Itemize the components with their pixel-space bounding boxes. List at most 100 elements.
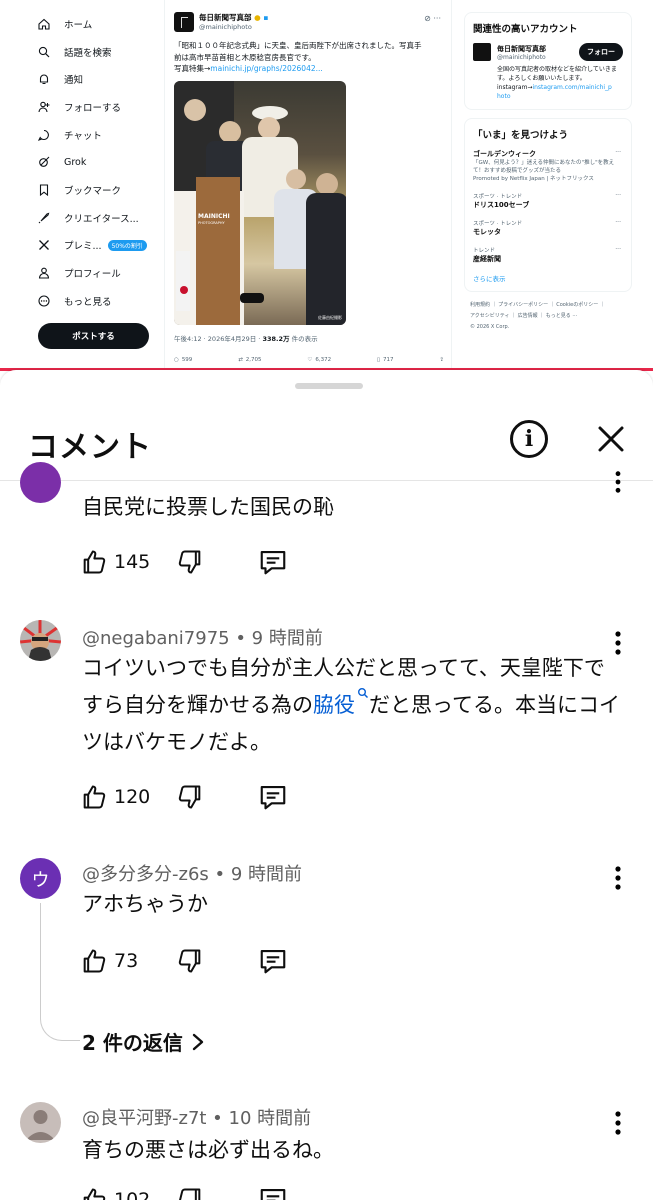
search-icon [358, 688, 369, 699]
thumb-up-icon [83, 550, 106, 574]
dislike-button[interactable] [176, 947, 204, 975]
x-nav-grok: Grok [38, 148, 163, 176]
tweet-meta: 午後4:12 · 2026年4月29日 · 338.2万 件の表示 [174, 335, 318, 343]
trend-item: スポーツ · トレンド モレッタ ··· [473, 219, 621, 236]
account-name: 毎日新聞写真部 [497, 44, 546, 53]
dislike-button[interactable] [176, 783, 204, 811]
bookmark-icon [38, 184, 50, 196]
info-icon[interactable]: i [510, 420, 548, 458]
x-nav-label: フォローする [64, 102, 122, 114]
like-button[interactable]: 120 [80, 783, 150, 811]
photo-watermark: MAINICHI [198, 213, 230, 220]
comment-meta: @negabani7975 • 9 時間前 [82, 624, 323, 650]
replies-label: 2 件の返信 [82, 1031, 183, 1055]
x-nav-label: ホーム [64, 19, 93, 31]
comment-actions: 120 [80, 781, 288, 813]
related-title: 関連性の高いアカウント [473, 24, 578, 35]
reply-icon: ○ [174, 357, 179, 363]
comment-actions: 73 [80, 945, 288, 977]
x-nav-label: もっと見る [64, 296, 112, 308]
reply-button[interactable] [258, 782, 288, 812]
comment-text: コイツいつでも自分が主人公だと思ってて、天皇陛下ですら自分を輝かせる為の脇役 だと… [82, 656, 620, 754]
thumb-up-icon [83, 785, 106, 809]
like-count: 120 [114, 786, 151, 808]
chevron-right-icon [192, 1033, 204, 1050]
author-handle[interactable]: @良平河野-z7t [82, 1108, 206, 1129]
like-count: 102 [114, 1189, 151, 1200]
search-icon [38, 46, 50, 58]
avatar[interactable] [20, 1102, 61, 1143]
dislike-button[interactable] [176, 548, 204, 576]
trends-card: 「いま」を見つけよう ゴールデンウィーク 「GW、何見よう？」迷える仲間にあなた… [464, 118, 632, 292]
profile-icon [38, 267, 50, 279]
avatar-image [20, 620, 61, 661]
follow-button: フォロー [579, 43, 623, 61]
comment-icon [260, 949, 286, 974]
x-nav-label: 通知 [64, 75, 84, 87]
like-count: 145 [114, 551, 151, 573]
more-icon: ··· [615, 219, 621, 226]
home-icon [38, 18, 50, 30]
author-handle[interactable]: @negabani7975 [82, 628, 230, 649]
close-icon[interactable] [596, 424, 626, 454]
comment-text: 自民党に投票した国民の恥 [82, 495, 334, 519]
add-user-icon [38, 101, 50, 113]
reply-button[interactable] [258, 547, 288, 577]
comment-time: • 9 時間前 [229, 628, 323, 649]
tweet-more-icon: ⊘ ··· [424, 14, 441, 23]
thumb-up-icon [83, 949, 106, 973]
more-icon: ··· [615, 192, 621, 199]
trend-item: トレンド 産経新聞 ··· [473, 246, 621, 263]
trend-item: ゴールデンウィーク 「GW、何見よう？」迷える仲間にあなたの"推し"を教えて！お… [473, 149, 621, 182]
sheet-title: コメント [28, 430, 152, 465]
search-keyword-link[interactable]: 脇役 [313, 688, 369, 717]
comment-actions: 102 [80, 1184, 288, 1200]
x-nav-label: 話題を検索 [64, 47, 112, 59]
photo-credit: 佐藤由紀撮影 [318, 315, 342, 320]
account-handle: @mainichiphoto [497, 53, 546, 61]
avatar[interactable] [20, 620, 61, 661]
related-accounts-card: 関連性の高いアカウント 毎日新聞写真部 @mainichiphoto フォロー … [464, 12, 632, 110]
thumb-up-icon [83, 1188, 106, 1200]
thumb-down-icon [178, 949, 201, 973]
bookmark-icon: ▯ [376, 357, 381, 363]
comments-sheet: コメント i 自民党に投票した国民の恥 145 @negabani7975 • … [0, 370, 653, 1200]
comment-text: 育ちの悪さは必ず出るね。 [82, 1138, 334, 1162]
reply-button[interactable] [258, 1185, 288, 1200]
comment-time: • 9 時間前 [208, 864, 303, 885]
tweet-avatar [174, 12, 194, 32]
bell-icon [38, 73, 50, 85]
view-replies-button[interactable]: 2 件の返信 [82, 1027, 205, 1056]
embedded-x-screenshot: ホーム 話題を検索 通知 フォローする チャット Grok ブックマーク クリエ… [0, 0, 653, 372]
more-circle-icon [38, 295, 50, 307]
tweet-bookmark: ▯ 717 [376, 357, 394, 363]
like-button[interactable]: 73 [80, 947, 138, 975]
drag-handle[interactable] [295, 383, 363, 389]
tweet-link: mainichi.jp/graphs/2026042... [210, 64, 323, 73]
retweet-icon: ⇄ [238, 357, 243, 363]
like-button[interactable]: 102 [80, 1186, 150, 1200]
reply-button[interactable] [258, 946, 288, 976]
tweet-retweet: ⇄ 2,705 [238, 357, 262, 363]
comment-actions: 145 [80, 546, 288, 578]
thumb-down-icon [179, 550, 201, 574]
default-avatar-icon [26, 1110, 55, 1140]
comment-icon [260, 550, 286, 575]
x-right-sidebar: 関連性の高いアカウント 毎日新聞写真部 @mainichiphoto フォロー … [464, 0, 632, 333]
dislike-button[interactable] [176, 1186, 204, 1200]
x-nav-bookmarks: ブックマーク [38, 176, 163, 204]
comment-meta: @良平河野-z7t • 10 時間前 [82, 1104, 311, 1130]
more-icon: ··· [615, 149, 621, 156]
avatar[interactable] [20, 462, 61, 503]
trends-title: 「いま」を見つけよう [473, 130, 569, 141]
x-nav-premium: プレミ... 50%の割引 [38, 232, 163, 260]
author-handle[interactable]: @多分多分-z6s [82, 864, 209, 885]
grok-icon [38, 156, 50, 168]
tweet-actions: ○ 599 ⇄ 2,705 ♡ 6,372 ▯ 717 ⇪ [174, 357, 444, 363]
avatar[interactable]: ウ [20, 858, 61, 899]
x-nav-label: Grok [64, 156, 87, 168]
chat-icon [38, 129, 50, 141]
x-nav-home: ホーム [38, 10, 163, 38]
x-nav-label: プレミ... [64, 241, 102, 253]
like-button[interactable]: 145 [80, 548, 150, 576]
